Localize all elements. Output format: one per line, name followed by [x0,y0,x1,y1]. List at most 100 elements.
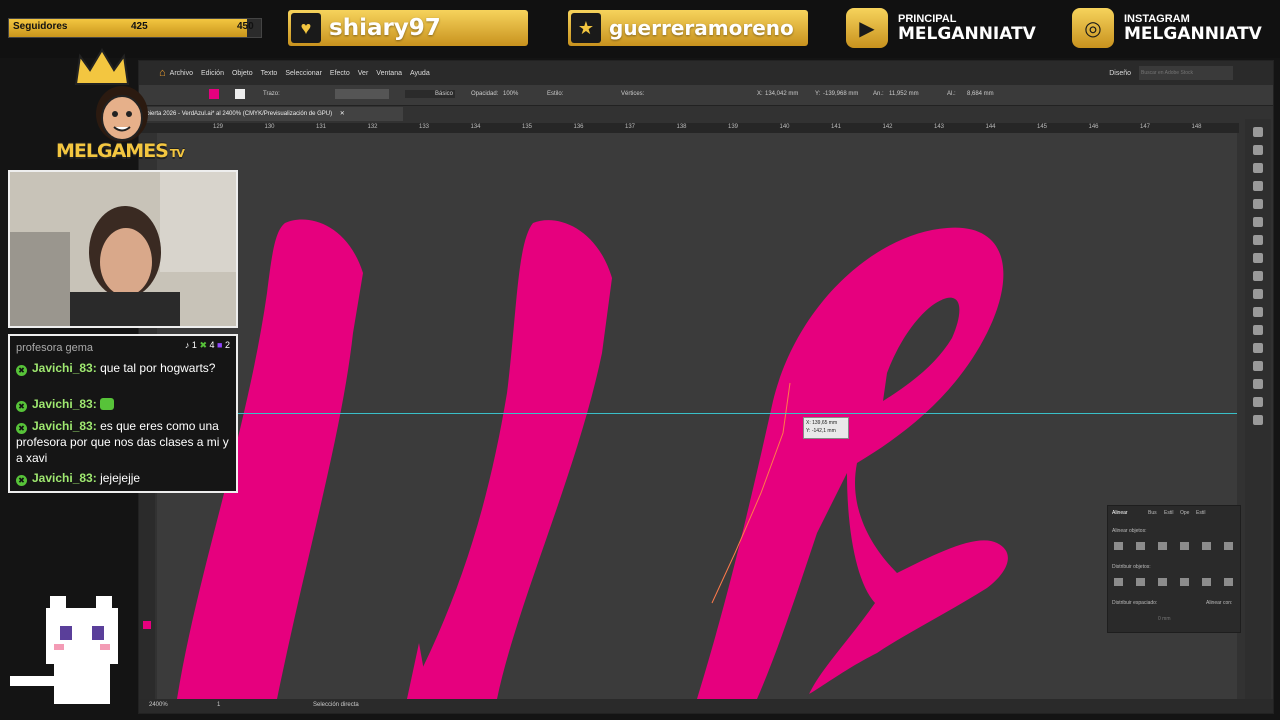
layers-icon[interactable] [1253,127,1263,137]
menu-seleccionar[interactable]: Seleccionar [285,70,322,77]
transparency-icon[interactable] [1253,289,1263,299]
star-icon: ★ [571,13,601,43]
appearance-icon[interactable] [1253,307,1263,317]
kick-badge-icon: ✖ [16,401,27,412]
distribute-vcenter-button[interactable] [1136,578,1145,586]
tooltip-x: X: 139,65 mm [806,420,838,426]
coordinate-tooltip: X: 139,65 mm Y: -142,1 mm [803,417,849,439]
youtube-link: ▶ PRINCIPAL MELGANNIATV [846,8,1036,48]
menu-ventana[interactable]: Ventana [376,70,402,77]
menu-ayuda[interactable]: Ayuda [410,70,430,77]
brushes-icon[interactable] [1253,217,1263,227]
align-tab[interactable]: Alinear [1112,510,1128,516]
swatches-icon[interactable] [1253,199,1263,209]
workspace-switcher[interactable]: Diseño [1109,70,1131,77]
menu-edicion[interactable]: Edición [201,70,224,77]
logo-tv: TV [169,147,185,160]
ruler-tick: 134 [470,124,481,130]
align-hcenter-button[interactable] [1136,542,1145,550]
stroke-label: Trazo: [263,91,280,97]
menu-bar: ⌂ Archivo Edición Objeto Texto Seleccion… [139,61,1273,85]
color-icon[interactable] [1253,181,1263,191]
artboard-number[interactable]: 1 [217,702,220,708]
style2-tab[interactable]: Estil [1196,510,1205,516]
distribute-top-button[interactable] [1114,578,1123,586]
fill-swatch[interactable] [209,89,219,99]
home-icon[interactable]: ⌂ [159,67,166,79]
youtube-channel: MELGANNIATV [898,23,1036,44]
height-field[interactable]: 8,684 mm [967,91,994,97]
pathfinder-icon[interactable] [1253,415,1263,425]
gradient-icon[interactable] [1253,271,1263,281]
ruler-tick: 138 [676,124,687,130]
align-right-button[interactable] [1158,542,1167,550]
youtube-icon: ▶ [846,8,888,48]
chat-username: Javichi_83: [32,397,97,411]
align-left-button[interactable] [1114,542,1123,550]
libraries-icon[interactable] [1253,145,1263,155]
current-tool: Selección directa [313,702,359,708]
y-field[interactable]: -139,968 mm [823,91,858,97]
chat-message: ✖ Javichi_83: es que eres como una profes… [16,418,230,466]
kick-icon: ✖ [199,340,207,350]
chat-username: Javichi_83: [32,471,97,485]
youtube-small-label: PRINCIPAL [898,12,957,25]
stroke-icon[interactable] [1253,253,1263,263]
menu-efecto[interactable]: Efecto [330,70,350,77]
transform-icon[interactable] [1253,379,1263,389]
distribute-objects-label: Distribuir objetos: [1112,564,1151,570]
close-tab-icon[interactable]: ✕ [340,111,345,117]
menu-texto[interactable]: Texto [261,70,278,77]
distribute-left-button[interactable] [1180,578,1189,586]
opacity-value[interactable]: 100% [503,91,518,97]
zoom-level[interactable]: 2400% [149,702,168,708]
x-field[interactable]: 134,042 mm [765,91,798,97]
symbols-icon[interactable] [1253,235,1263,245]
ruler-tick: 143 [934,124,945,130]
align-vcenter-button[interactable] [1202,542,1211,550]
ruler-tick: 131 [316,124,327,130]
ruler-tick: 135 [522,124,533,130]
tools-panel [139,491,155,699]
chat-box: profesora gema ♪ 1 ✖ 4 ■ 2 ✖ Javichi_83: … [8,334,238,493]
align-icon[interactable] [1253,397,1263,407]
character-icon[interactable] [1253,343,1263,353]
instagram-link: ◎ INSTAGRAM MELGANNIATV [1072,8,1262,48]
vertices-label: Vértices: [621,91,645,97]
stroke-swatch[interactable] [235,89,245,99]
menu-objeto[interactable]: Objeto [232,70,253,77]
distribute-hcenter-button[interactable] [1202,578,1211,586]
latest-tip-name: shiary97 [329,15,441,41]
followers-current: 425 [131,21,148,32]
control-bar: Trazo: Básico Opacidad: 100% Estilo: Vér… [139,85,1273,106]
document-tab[interactable]: abierta 2026 - VerdAzul.ai* al 2400% (CM… [139,107,403,121]
variable-width-profile[interactable] [335,89,389,99]
graphic-styles-icon[interactable] [1253,325,1263,335]
fill-indicator[interactable] [143,621,151,629]
illustrator-window: ⌂ Archivo Edición Objeto Texto Seleccion… [138,60,1274,714]
height-label: Al.: [947,91,956,97]
chat-header: profesora gema [16,342,94,354]
spacing-value-field[interactable]: 0 mm [1158,616,1171,622]
lettering-artwork [177,219,1008,699]
stock-search-input[interactable] [1139,66,1233,80]
pathfinder-tab[interactable]: Bus [1148,510,1157,516]
webcam-feed [8,170,238,328]
distribute-right-button[interactable] [1224,578,1233,586]
opacity-label: Opacidad: [471,91,499,97]
distribute-bottom-button[interactable] [1158,578,1167,586]
opacity-tab[interactable]: Ope [1180,510,1189,516]
width-field[interactable]: 11,952 mm [889,91,919,97]
y-label: Y: [815,91,821,97]
align-bottom-button[interactable] [1224,542,1233,550]
guide-line [157,413,1237,414]
artboard-canvas[interactable] [157,133,1237,699]
properties-icon[interactable] [1253,163,1263,173]
latest-tip-pill: ♥ shiary97 [288,10,528,46]
paragraph-icon[interactable] [1253,361,1263,371]
align-top-button[interactable] [1180,542,1189,550]
menu-archivo[interactable]: Archivo [170,70,193,77]
menu-ver[interactable]: Ver [358,70,369,77]
heart-icon: ♥ [291,13,321,43]
style-tab[interactable]: Estil [1164,510,1173,516]
